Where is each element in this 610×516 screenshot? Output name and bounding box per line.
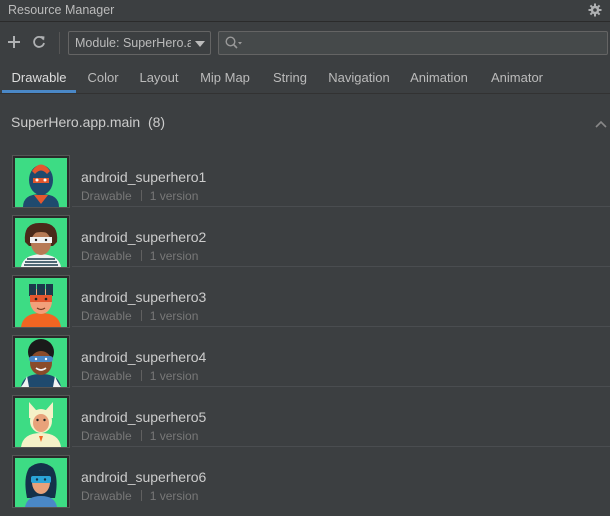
window-title: Resource Manager	[8, 3, 115, 17]
drawable-thumbnail	[12, 155, 70, 208]
group-title: SuperHero.app.main (8)	[11, 114, 166, 130]
plus-icon[interactable]	[5, 33, 23, 51]
superhero-avatar-icon	[15, 158, 67, 207]
tab-string[interactable]: String	[265, 62, 315, 93]
module-select-value: Module: SuperHero.a	[75, 36, 191, 50]
tab-layout[interactable]: Layout	[132, 62, 186, 93]
list-item[interactable]: android_superhero2 Drawable 1 version	[0, 207, 610, 268]
tab-animator[interactable]: Animator	[484, 62, 550, 93]
resource-meta: Drawable 1 version	[81, 309, 199, 323]
resource-name: android_superhero6	[81, 469, 207, 485]
superhero-avatar-icon	[15, 398, 67, 447]
chevron-down-icon	[195, 41, 205, 47]
drawable-thumbnail	[12, 335, 70, 388]
resource-meta: Drawable 1 version	[81, 489, 199, 503]
group-header[interactable]: SuperHero.app.main (8)	[0, 108, 610, 136]
title-bar: Resource Manager	[0, 0, 610, 22]
resource-meta: Drawable 1 version	[81, 189, 199, 203]
list-item[interactable]: android_superhero6 Drawable 1 version	[0, 447, 610, 508]
tab-mip-map[interactable]: Mip Map	[193, 62, 257, 93]
module-select[interactable]: Module: SuperHero.a	[68, 31, 211, 55]
list-item[interactable]: android_superhero5 Drawable 1 version	[0, 387, 610, 448]
resource-name: android_superhero2	[81, 229, 207, 245]
resource-name: android_superhero1	[81, 169, 207, 185]
resource-meta: Drawable 1 version	[81, 369, 199, 383]
search-icon[interactable]	[224, 35, 244, 51]
search-box[interactable]	[218, 31, 608, 55]
tab-color[interactable]: Color	[80, 62, 126, 93]
resource-name: android_superhero4	[81, 349, 207, 365]
toolbar: Module: SuperHero.a	[0, 23, 610, 61]
resource-name: android_superhero5	[81, 409, 207, 425]
superhero-avatar-icon	[15, 218, 67, 267]
group-count: (8)	[147, 114, 166, 130]
list-item[interactable]: android_superhero4 Drawable 1 version	[0, 327, 610, 388]
search-input[interactable]	[249, 34, 603, 54]
superhero-avatar-icon	[15, 278, 67, 327]
list-item[interactable]: android_superhero1 Drawable 1 version	[0, 147, 610, 208]
drawable-thumbnail	[12, 275, 70, 328]
tab-animation[interactable]: Animation	[404, 62, 474, 93]
resource-meta: Drawable 1 version	[81, 429, 199, 443]
tab-drawable[interactable]: Drawable	[2, 62, 76, 93]
gear-icon[interactable]	[587, 2, 603, 18]
resource-meta: Drawable 1 version	[81, 249, 199, 263]
resource-name: android_superhero3	[81, 289, 207, 305]
superhero-avatar-icon	[15, 338, 67, 387]
toolbar-separator	[59, 32, 60, 54]
drawable-thumbnail	[12, 455, 70, 508]
refresh-icon[interactable]	[30, 33, 48, 51]
active-tab-indicator	[2, 90, 76, 93]
tab-bar: Drawable Color Layout Mip Map String Nav…	[0, 62, 610, 94]
drawable-thumbnail	[12, 215, 70, 268]
tab-navigation[interactable]: Navigation	[322, 62, 396, 93]
superhero-avatar-icon	[15, 458, 67, 507]
chevron-up-icon[interactable]	[594, 116, 608, 128]
drawable-thumbnail	[12, 395, 70, 448]
list-item[interactable]: android_superhero3 Drawable 1 version	[0, 267, 610, 328]
